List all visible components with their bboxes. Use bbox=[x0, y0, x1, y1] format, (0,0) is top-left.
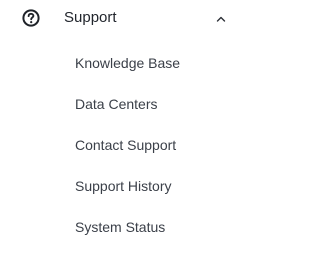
support-section-toggle[interactable]: Support bbox=[0, 0, 242, 38]
submenu-item-system-status[interactable]: System Status bbox=[75, 219, 165, 236]
help-circle-icon bbox=[22, 9, 40, 27]
submenu-item-knowledge-base[interactable]: Knowledge Base bbox=[75, 55, 180, 72]
chevron-up-icon[interactable] bbox=[215, 12, 227, 24]
submenu-item-data-centers[interactable]: Data Centers bbox=[75, 96, 157, 113]
support-nav-section: Support Knowledge Base Data Centers Cont… bbox=[0, 0, 242, 258]
submenu-item-support-history[interactable]: Support History bbox=[75, 178, 171, 195]
support-section-title: Support bbox=[64, 9, 117, 26]
submenu-item-contact-support[interactable]: Contact Support bbox=[75, 137, 176, 154]
